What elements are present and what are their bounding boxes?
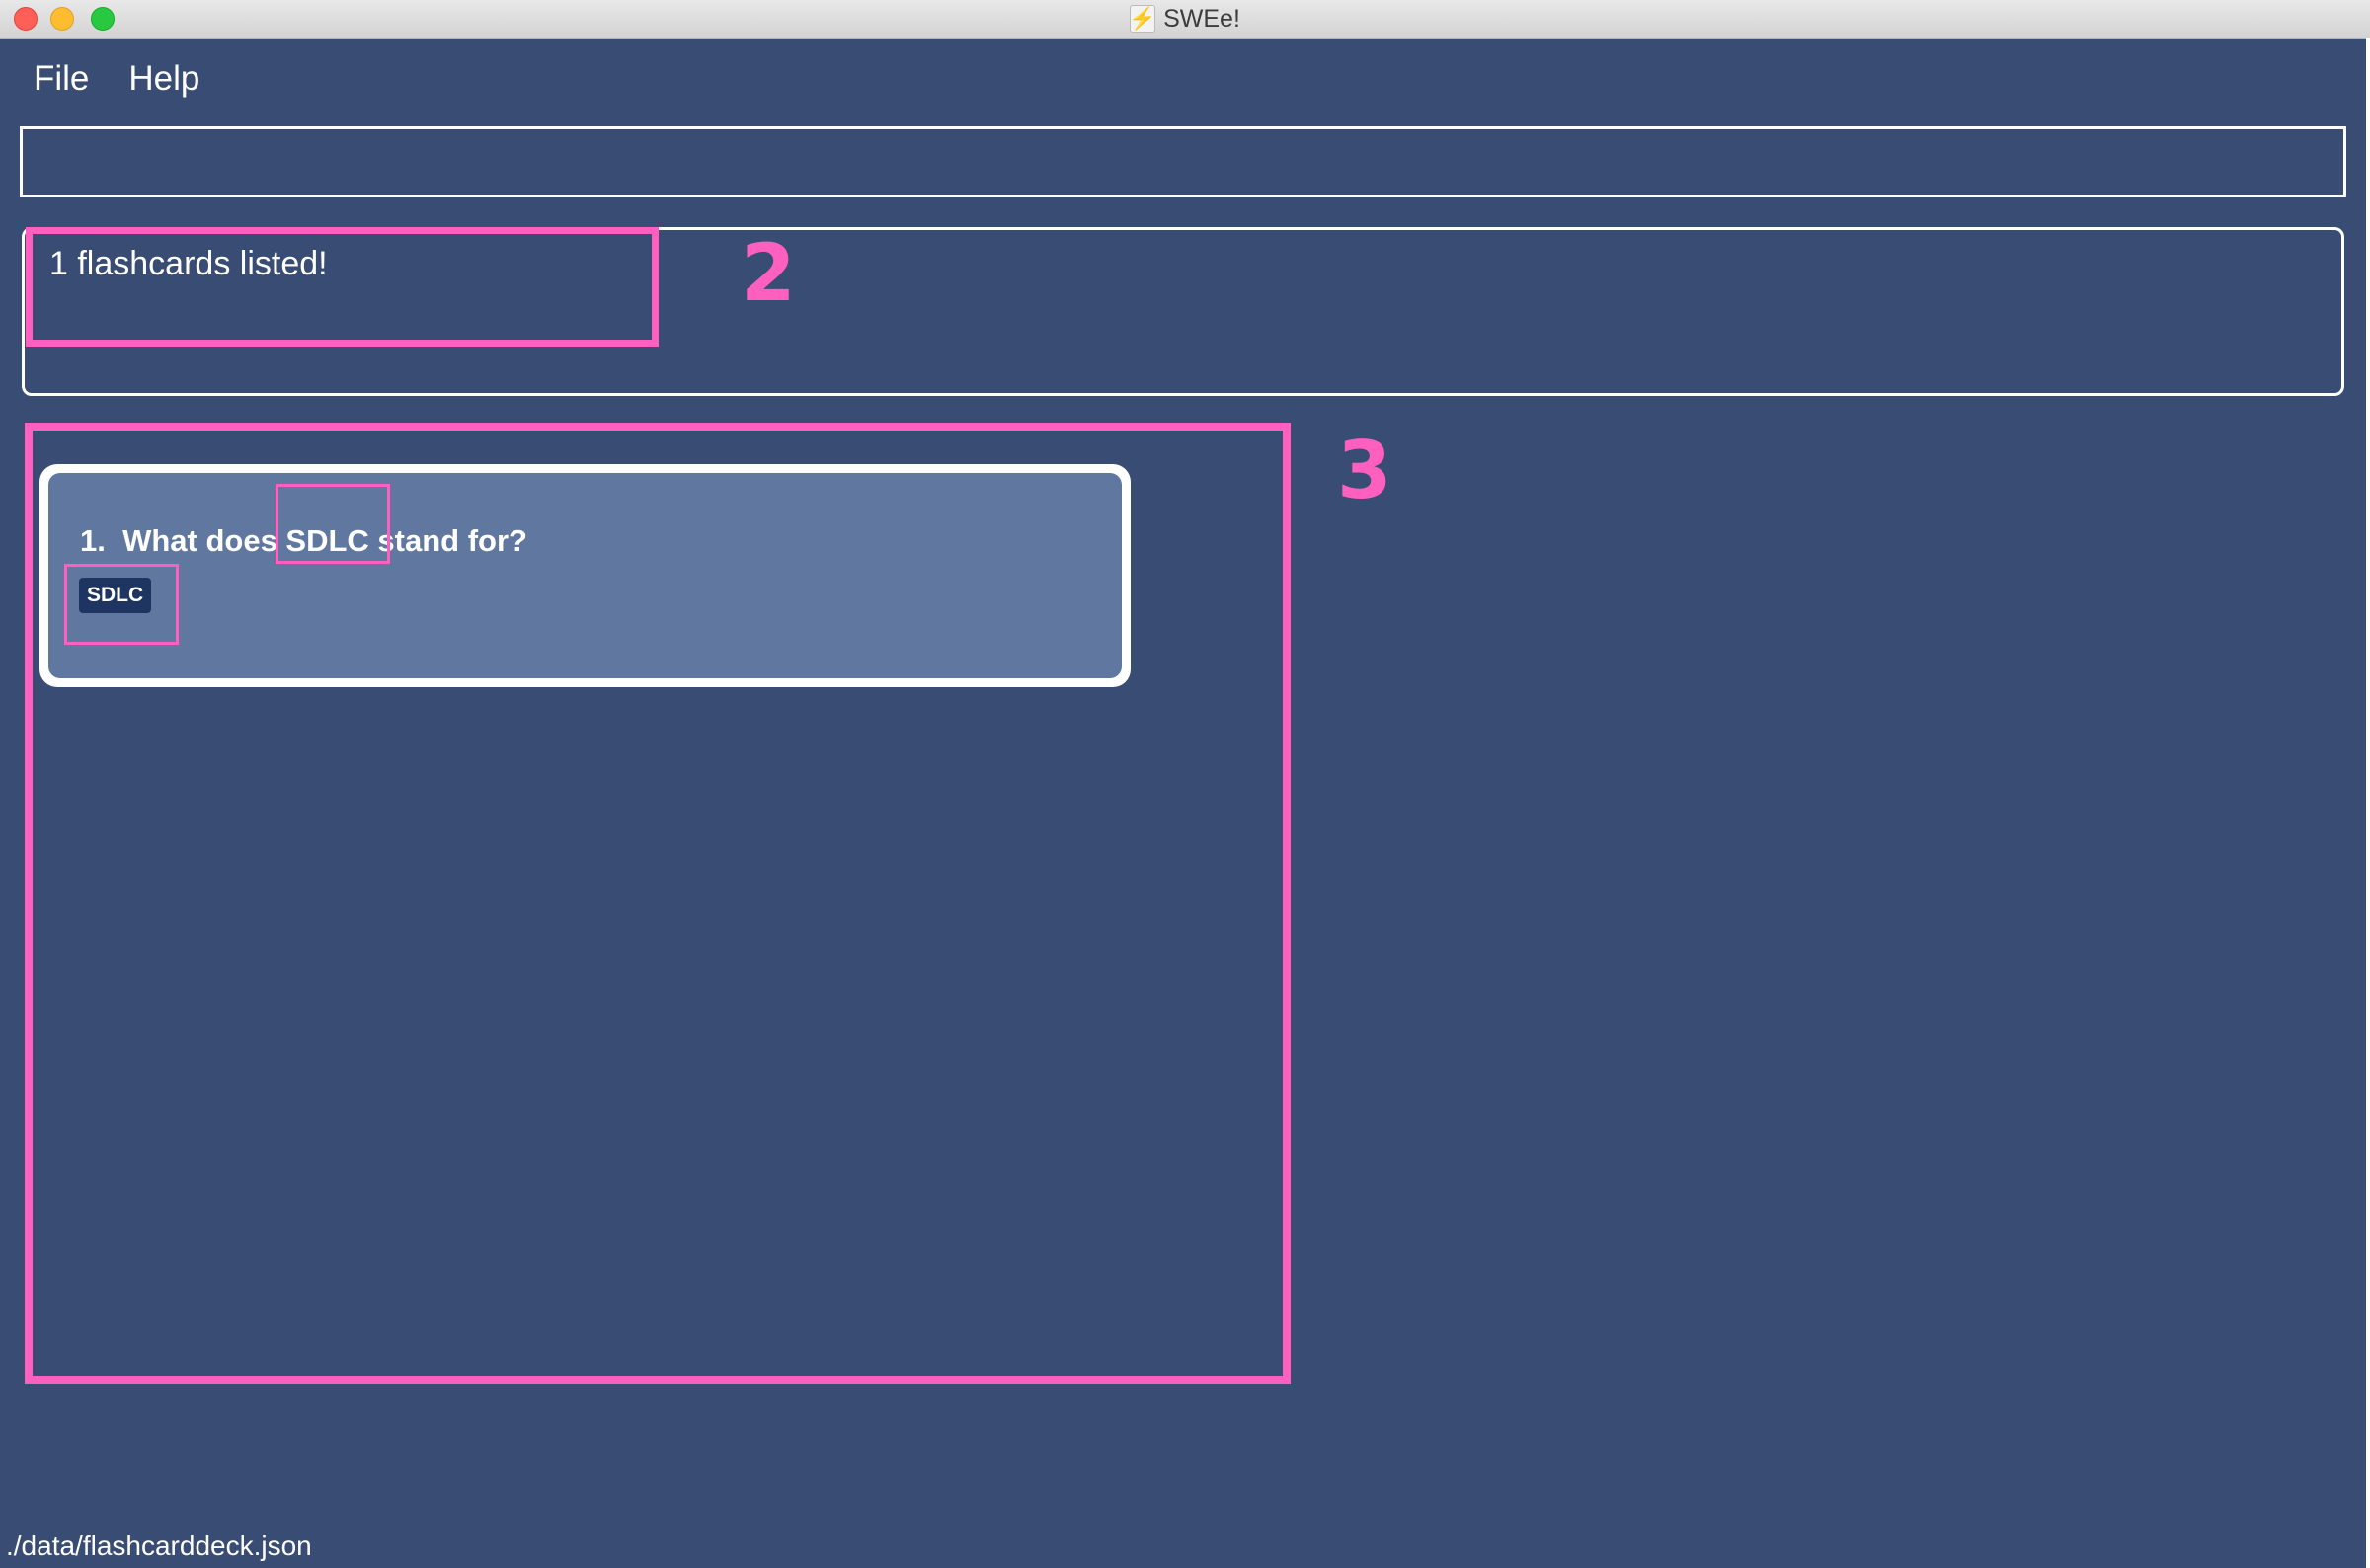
command-box[interactable] (20, 126, 2346, 197)
annotation-label-3: 3 (1337, 425, 1392, 516)
status-file-path: ./data/flashcarddeck.json (6, 1530, 312, 1561)
command-input[interactable] (23, 129, 2343, 195)
window-title-area: ⚡ SWEe! (0, 0, 2370, 38)
annotation-box-keyword (276, 484, 390, 564)
annotation-box-3 (25, 423, 1291, 1384)
app-lightning-icon: ⚡ (1129, 5, 1156, 33)
window-title: SWEe! (1163, 4, 1240, 33)
title-bar: ⚡ SWEe! (0, 0, 2370, 39)
annotation-label-2: 2 (741, 227, 796, 319)
menu-help[interactable]: Help (128, 59, 199, 99)
window-right-edge (2366, 38, 2370, 1568)
annotation-box-tag (64, 564, 179, 645)
annotation-box-2 (26, 227, 659, 347)
menu-file[interactable]: File (34, 59, 89, 99)
menu-bar: File Help (0, 39, 205, 118)
